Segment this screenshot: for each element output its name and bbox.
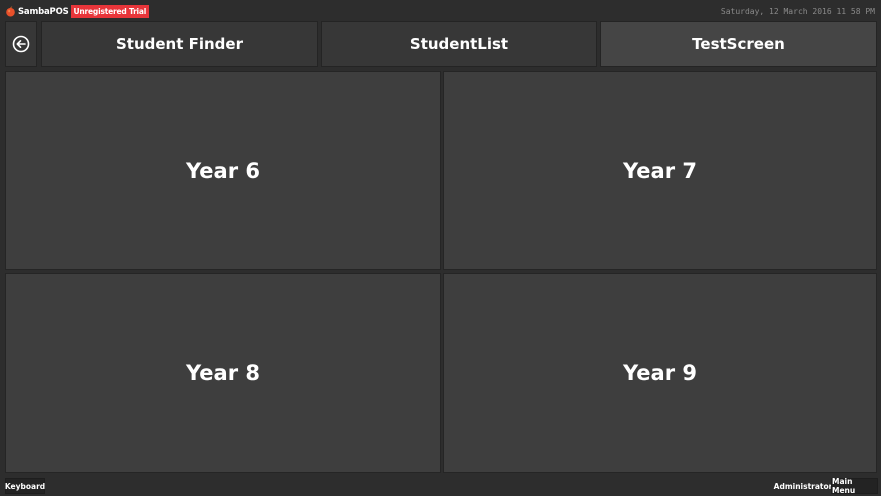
- tile-year-9[interactable]: Year 9: [443, 273, 877, 473]
- screen-tabs: Student Finder StudentList TestScreen: [5, 21, 877, 67]
- tile-year-6[interactable]: Year 6: [5, 71, 441, 270]
- back-button[interactable]: [5, 21, 37, 67]
- user-label[interactable]: Administrator: [774, 478, 833, 494]
- keyboard-button[interactable]: Keyboard: [5, 478, 45, 494]
- datetime-label: Saturday, 12 March 2016 11 58 PM: [720, 7, 875, 16]
- tab-student-finder[interactable]: Student Finder: [41, 21, 318, 67]
- app-logo: SambaPOS Unregistered Trial: [5, 5, 150, 18]
- bottom-bar: Keyboard Administrator Main Menu: [0, 476, 881, 496]
- app-name: SambaPOS: [18, 6, 69, 17]
- arrow-left-circle-icon: [12, 35, 30, 53]
- tab-studentlist[interactable]: StudentList: [321, 21, 597, 67]
- sambapos-logo-icon: [6, 6, 15, 17]
- tab-testscreen[interactable]: TestScreen: [600, 21, 877, 67]
- main-menu-button[interactable]: Main Menu: [831, 477, 878, 495]
- top-bar: SambaPOS Unregistered Trial Saturday, 12…: [0, 0, 881, 20]
- tile-year-8[interactable]: Year 8: [5, 273, 441, 473]
- tile-year-7[interactable]: Year 7: [443, 71, 877, 270]
- trial-badge: Unregistered Trial: [70, 5, 150, 18]
